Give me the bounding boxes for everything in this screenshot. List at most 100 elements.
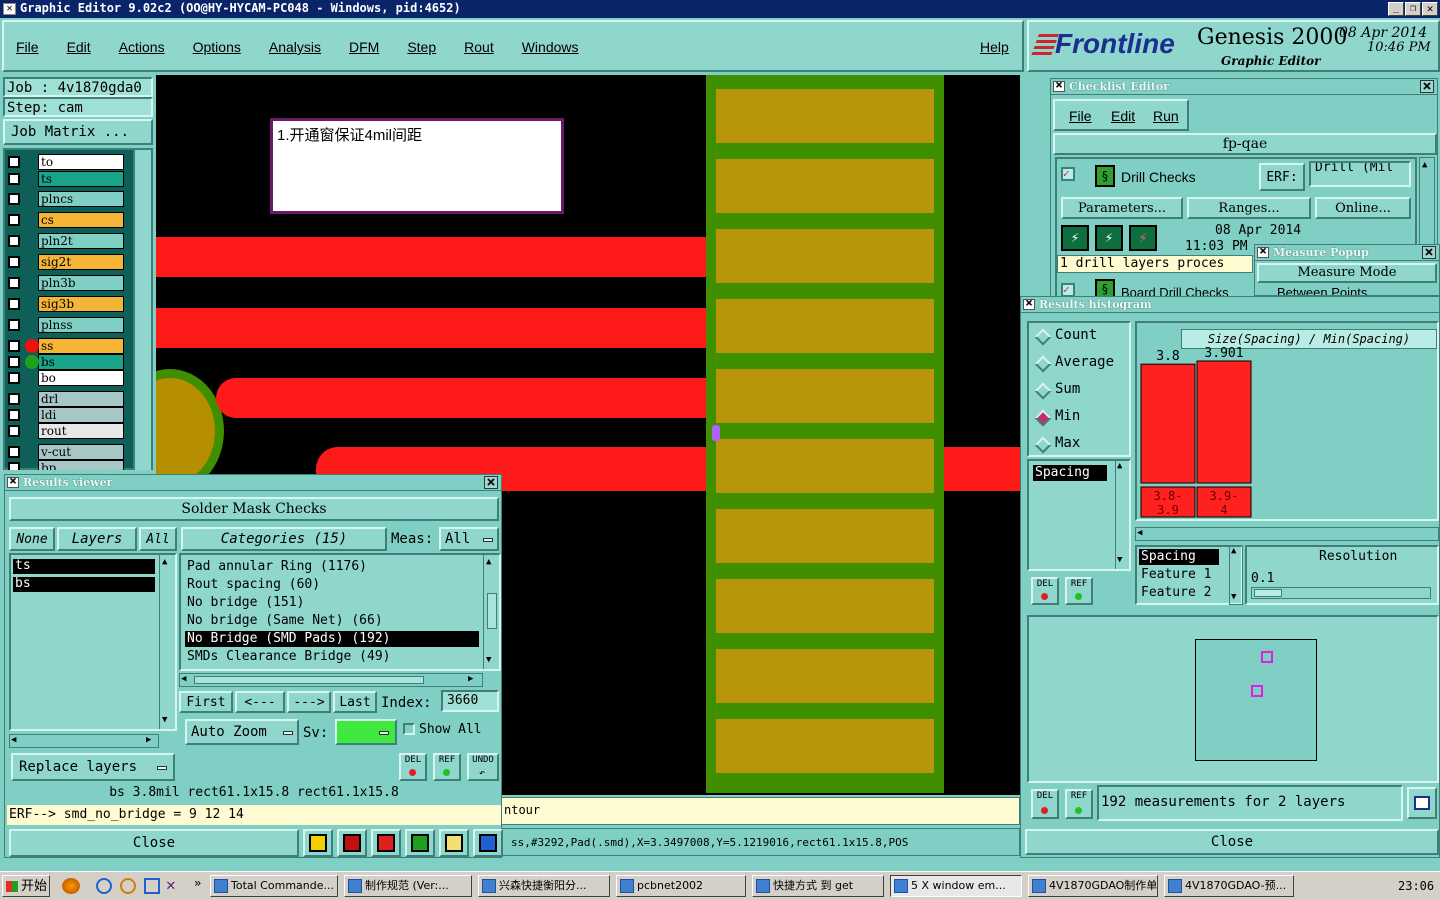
layers-label-button[interactable]: Layers	[57, 527, 137, 551]
hist-field-item[interactable]: Spacing	[1139, 549, 1219, 565]
x-icon[interactable]: ✕	[166, 875, 176, 894]
layer-item-bs[interactable]: bs	[13, 577, 155, 592]
resolution-slider[interactable]	[1251, 587, 1431, 599]
layers-none-button[interactable]: None	[9, 527, 55, 551]
layer-row-ss[interactable]: ss	[6, 338, 124, 354]
layer-row-bp[interactable]: bp	[6, 460, 124, 470]
layer-row-sig3b[interactable]: sig3b	[6, 296, 124, 312]
layer-name[interactable]: sig3b	[38, 296, 124, 312]
category-item[interactable]: No bridge (151)	[185, 595, 479, 611]
next-button[interactable]: --->	[287, 691, 331, 713]
layers-listbox[interactable]: ts bs ▲ ▼	[9, 553, 177, 731]
start-button[interactable]: 开始	[2, 875, 50, 897]
hist-field-item[interactable]: Feature 2	[1139, 585, 1229, 601]
quicklaunch-icon[interactable]	[62, 878, 80, 894]
check-item-name[interactable]: Drill Checks	[1121, 169, 1196, 185]
sv-select[interactable]	[335, 719, 397, 745]
taskbar-item[interactable]: 兴森快捷衡阳分...	[478, 875, 610, 897]
layer-item-ts[interactable]: ts	[13, 559, 155, 574]
window-menu-icon[interactable]: ✕	[1053, 81, 1065, 92]
layer-name[interactable]: ss	[38, 338, 124, 354]
categories-listbox[interactable]: Pad annular Ring (1176) Rout spacing (60)…	[179, 553, 501, 671]
layer-checkbox[interactable]	[8, 425, 20, 437]
checklist-menu-run[interactable]: Run	[1153, 108, 1179, 124]
category-item[interactable]: No Bridge (SMD Pads) (192)	[185, 631, 479, 647]
layer-name[interactable]: pln2t	[38, 233, 124, 249]
smd-pad[interactable]	[716, 369, 934, 423]
layer-name[interactable]: v-cut	[38, 444, 124, 460]
layer-checkbox[interactable]	[8, 277, 20, 289]
close-window-button[interactable]: ✕	[1422, 2, 1438, 16]
show-all-checkbox[interactable]	[403, 723, 415, 735]
job-matrix-button[interactable]: Job Matrix ...	[3, 119, 153, 145]
checklist-menu-edit[interactable]: Edit	[1111, 108, 1135, 124]
histogram-bar[interactable]	[1140, 363, 1196, 484]
menu-item-analysis[interactable]: Analysis	[269, 39, 321, 55]
layer-checkbox[interactable]	[8, 409, 20, 421]
layer-row-to[interactable]: to	[6, 154, 124, 170]
stat-list-scrollbar[interactable]: ▲ ▼	[1115, 461, 1129, 569]
hist-del-button-2[interactable]: DEL	[1031, 789, 1059, 819]
menu-item-actions[interactable]: Actions	[119, 39, 165, 55]
tool-cross-button[interactable]	[371, 829, 401, 857]
layer-name[interactable]: bo	[38, 370, 124, 386]
smd-pad[interactable]	[716, 299, 934, 353]
menu-help[interactable]: Help	[980, 39, 1009, 55]
stat-radio-average[interactable]	[1034, 355, 1052, 373]
layer-name[interactable]: ts	[38, 171, 124, 187]
hist-export-button[interactable]	[1407, 787, 1437, 819]
taskbar-item[interactable]: pcbnet2002	[616, 875, 746, 897]
stat-radio-sum[interactable]	[1034, 382, 1052, 400]
layer-name[interactable]: to	[38, 154, 124, 170]
category-item[interactable]: Rout spacing (60)	[185, 577, 479, 593]
taskbar-item[interactable]: Total Commande...	[210, 875, 338, 897]
taskbar-item[interactable]: 快捷方式 到 get	[752, 875, 884, 897]
menu-item-options[interactable]: Options	[193, 39, 241, 55]
smd-pad[interactable]	[716, 509, 934, 563]
layer-checkbox[interactable]	[8, 356, 20, 368]
minimize-button[interactable]: _	[1388, 2, 1404, 16]
layer-checkbox[interactable]	[8, 319, 20, 331]
parameters-button[interactable]: Parameters...	[1061, 197, 1183, 219]
layer-name[interactable]: bs	[38, 354, 124, 370]
clock-icon[interactable]	[120, 878, 136, 894]
category-item[interactable]: SMDs Clearance Bridge (49)	[185, 649, 479, 665]
app-icon[interactable]	[144, 878, 160, 894]
hist-ref-button[interactable]: REF	[1065, 577, 1093, 605]
smd-pad[interactable]	[716, 159, 934, 213]
categories-hscroll[interactable]: ◀ ▶	[179, 673, 483, 687]
hist-fields-scrollbar[interactable]: ▲ ▼	[1229, 545, 1243, 605]
layer-checkbox[interactable]	[8, 393, 20, 405]
layer-row-drl[interactable]: drl	[6, 391, 124, 407]
layers-hscroll[interactable]: ◀ ▶	[9, 734, 159, 748]
stat-list[interactable]: Spacing ▲ ▼	[1027, 459, 1131, 571]
layer-row-plncs[interactable]: plncs	[6, 191, 124, 207]
layer-checkbox[interactable]	[8, 156, 20, 168]
categories-scrollbar[interactable]: ▲ ▼	[483, 555, 499, 669]
layer-name[interactable]: sig2t	[38, 254, 124, 270]
menu-item-edit[interactable]: Edit	[67, 39, 91, 55]
ie-icon[interactable]	[96, 878, 112, 894]
undo-button[interactable]: UNDO ↶	[467, 753, 499, 781]
ranges-button[interactable]: Ranges...	[1187, 197, 1311, 219]
taskbar-item[interactable]: 5 X window em...	[890, 875, 1022, 897]
stat-radio-count[interactable]	[1034, 328, 1052, 346]
smd-pad[interactable]	[716, 229, 934, 283]
erf-value[interactable]: Drill (Mil	[1309, 161, 1411, 187]
layer-list-scrollbar[interactable]	[133, 150, 151, 470]
layers-all-button[interactable]: All	[139, 527, 177, 551]
histogram-hscroll[interactable]: ◀	[1135, 527, 1439, 541]
first-button[interactable]: First	[179, 691, 233, 713]
layer-checkbox[interactable]	[8, 173, 20, 185]
layer-name[interactable]: plncs	[38, 191, 124, 207]
layer-checkbox[interactable]	[8, 214, 20, 226]
tool-note-button[interactable]	[439, 829, 469, 857]
layer-name[interactable]: plnss	[38, 317, 124, 333]
stat-radio-min[interactable]	[1034, 409, 1052, 427]
meas-select[interactable]: All	[439, 527, 499, 551]
replace-layers-select[interactable]: Replace layers	[11, 753, 175, 781]
measure-mode-option[interactable]: Between Points	[1277, 285, 1367, 295]
layer-row-sig2t[interactable]: sig2t	[6, 254, 124, 270]
erf-button[interactable]: ERF:	[1259, 163, 1305, 191]
layer-row-ts[interactable]: ts	[6, 171, 124, 187]
